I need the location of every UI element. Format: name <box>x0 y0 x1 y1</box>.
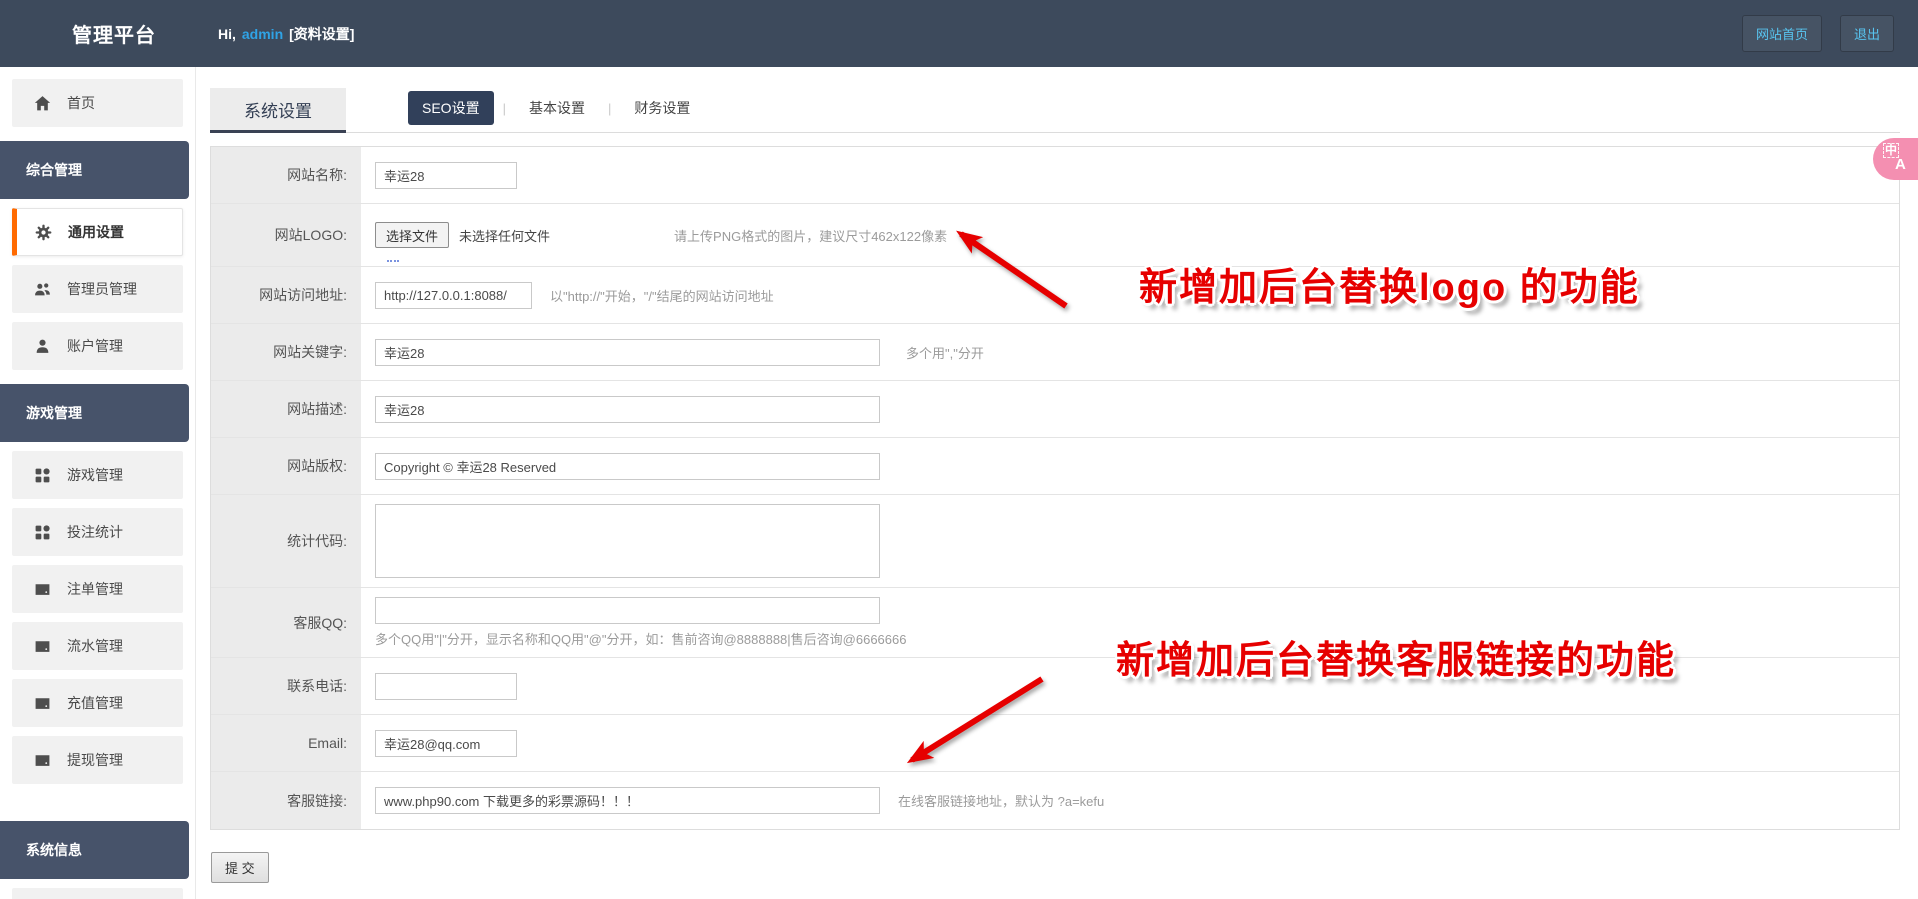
stats-code-label: 统计代码: <box>211 495 361 587</box>
service-link-hint: 在线客服链接地址，默认为 ?a=kefu <box>898 794 1105 809</box>
sidebar-item-label: 投注统计 <box>67 524 123 540</box>
subtab-basic-settings[interactable]: 基本设置 <box>515 91 599 125</box>
home-icon <box>34 95 51 112</box>
form-row-stats-code: 统计代码: <box>211 495 1899 588</box>
service-link-label: 客服链接: <box>211 772 361 829</box>
profile-settings-link[interactable]: [资料设置] <box>289 24 354 44</box>
sidebar-item-label: 游戏管理 <box>67 467 123 483</box>
sidebar-item-flow-management[interactable]: 流水管理 <box>12 622 183 670</box>
form-row-description: 网站描述: <box>211 381 1899 438</box>
gear-icon <box>35 224 52 241</box>
sidebar-item-recharge-management[interactable]: 充值管理 <box>12 679 183 727</box>
sidebar-item-label: 管理员管理 <box>67 281 137 297</box>
choose-file-button[interactable]: 选择文件 <box>375 222 450 248</box>
sidebar-item-order-management[interactable]: 注单管理 <box>12 565 183 613</box>
sidebar-item-general-settings[interactable]: 通用设置 <box>12 208 183 256</box>
form-row-copyright: 网站版权: <box>211 438 1899 495</box>
keywords-label: 网站关键字: <box>211 324 361 380</box>
sidebar-item-withdraw-management[interactable]: 提现管理 <box>12 736 183 784</box>
service-qq-label: 客服QQ: <box>211 588 361 657</box>
users-icon <box>34 281 51 298</box>
site-name-input[interactable] <box>375 161 517 189</box>
sidebar-item-account-management[interactable]: 账户管理 <box>12 322 183 370</box>
sidebar-section-system[interactable]: 系统信息 <box>0 821 189 879</box>
subtab-separator: | <box>502 100 506 116</box>
copyright-input[interactable] <box>375 452 880 480</box>
sidebar-item-label: 账户管理 <box>67 338 123 354</box>
user-icon <box>34 338 51 355</box>
sidebar-item-label: 首页 <box>67 95 95 111</box>
email-label: Email: <box>211 715 361 771</box>
logo-preview-artifact <box>387 255 399 262</box>
annotation-arrow-logo <box>956 230 1068 309</box>
logo-hint: 请上传PNG格式的图片，建议尺寸462x122像素 <box>674 228 948 244</box>
app-title: 管理平台 <box>72 25 156 47</box>
apps-grid-icon <box>34 467 51 484</box>
sidebar-item-label: 注单管理 <box>67 581 123 597</box>
sidebar-item-label: 流水管理 <box>67 638 123 654</box>
file-status-text: 未选择任何文件 <box>459 228 551 244</box>
translate-en-glyph: A <box>1895 156 1906 173</box>
sidebar-item-label: 提现管理 <box>67 752 123 768</box>
phone-input[interactable] <box>375 672 517 700</box>
subtab-finance-settings[interactable]: 财务设置 <box>620 91 704 125</box>
form-row-keywords: 网站关键字: 多个用","分开 <box>211 324 1899 381</box>
top-header: 管理平台 Hi, admin [资料设置] 网站首页 退出 <box>0 0 1918 67</box>
site-logo-label: 网站LOGO: <box>211 204 361 266</box>
receipt-icon <box>34 581 51 598</box>
submit-button[interactable]: 提 交 <box>211 852 269 883</box>
subtab-seo-settings[interactable]: SEO设置 <box>408 91 494 125</box>
description-label: 网站描述: <box>211 381 361 437</box>
receipt-icon <box>34 638 51 655</box>
greeting-prefix: Hi, <box>218 25 236 42</box>
stats-code-textarea[interactable] <box>375 504 880 578</box>
service-qq-input[interactable] <box>375 597 880 624</box>
sidebar-section-game[interactable]: 游戏管理 <box>0 384 189 442</box>
sidebar-item-bet-statistics[interactable]: 投注统计 <box>12 508 183 556</box>
sidebar: 首页 综合管理 通用设置 管理员管理 账户管理 游戏管理 游戏管理 投注统计 注… <box>0 67 196 899</box>
site-name-label: 网站名称: <box>211 147 361 203</box>
service-link-input[interactable] <box>375 787 880 814</box>
user-greeting: Hi, admin [资料设置] <box>218 24 354 44</box>
receipt-icon <box>34 695 51 712</box>
sidebar-section-general[interactable]: 综合管理 <box>0 141 189 199</box>
annotation-logo-feature: 新增加后台替换logo 的功能 <box>1139 267 1640 309</box>
form-row-site-name: 网站名称: <box>211 147 1899 204</box>
description-input[interactable] <box>375 395 880 423</box>
email-input[interactable] <box>375 729 517 757</box>
receipt-icon <box>34 752 51 769</box>
sub-tab-bar: SEO设置 | 基本设置 | 财务设置 <box>408 91 704 125</box>
sidebar-item-admin-management[interactable]: 管理员管理 <box>12 265 183 313</box>
site-url-hint: 以"http://"开始，"/"结尾的网站访问地址 <box>550 288 774 304</box>
logout-button[interactable]: 退出 <box>1839 15 1894 52</box>
subtab-separator: | <box>607 100 612 116</box>
keywords-hint: 多个用","分开 <box>906 345 984 361</box>
annotation-kefu-feature: 新增加后台替换客服链接的功能 <box>1116 640 1677 682</box>
annotation-arrow-kefu <box>906 676 1044 764</box>
sidebar-item-game-management[interactable]: 游戏管理 <box>12 451 183 499</box>
tab-system-settings[interactable]: 系统设置 <box>210 88 346 133</box>
translate-widget[interactable]: 中 A <box>1873 138 1918 180</box>
sidebar-item-label: 充值管理 <box>67 695 123 711</box>
sidebar-item-label: 通用设置 <box>68 224 124 240</box>
username-link[interactable]: admin <box>242 26 283 42</box>
keywords-input[interactable] <box>375 338 880 366</box>
copyright-label: 网站版权: <box>211 438 361 494</box>
sidebar-footer: PHP90源码网 © 2024 <box>12 888 183 899</box>
sidebar-item-home[interactable]: 首页 <box>12 79 183 127</box>
site-home-button[interactable]: 网站首页 <box>1741 15 1822 52</box>
tab-bar: 系统设置 SEO设置 | 基本设置 | 财务设置 <box>210 88 1900 133</box>
site-url-input[interactable] <box>375 281 532 309</box>
apps-grid-icon <box>34 524 51 541</box>
phone-label: 联系电话: <box>211 658 361 714</box>
service-qq-hint: 多个QQ用"|"分开，显示名称和QQ用"@"分开，如：售前咨询@8888888|… <box>375 632 907 647</box>
site-url-label: 网站访问地址: <box>211 267 361 323</box>
